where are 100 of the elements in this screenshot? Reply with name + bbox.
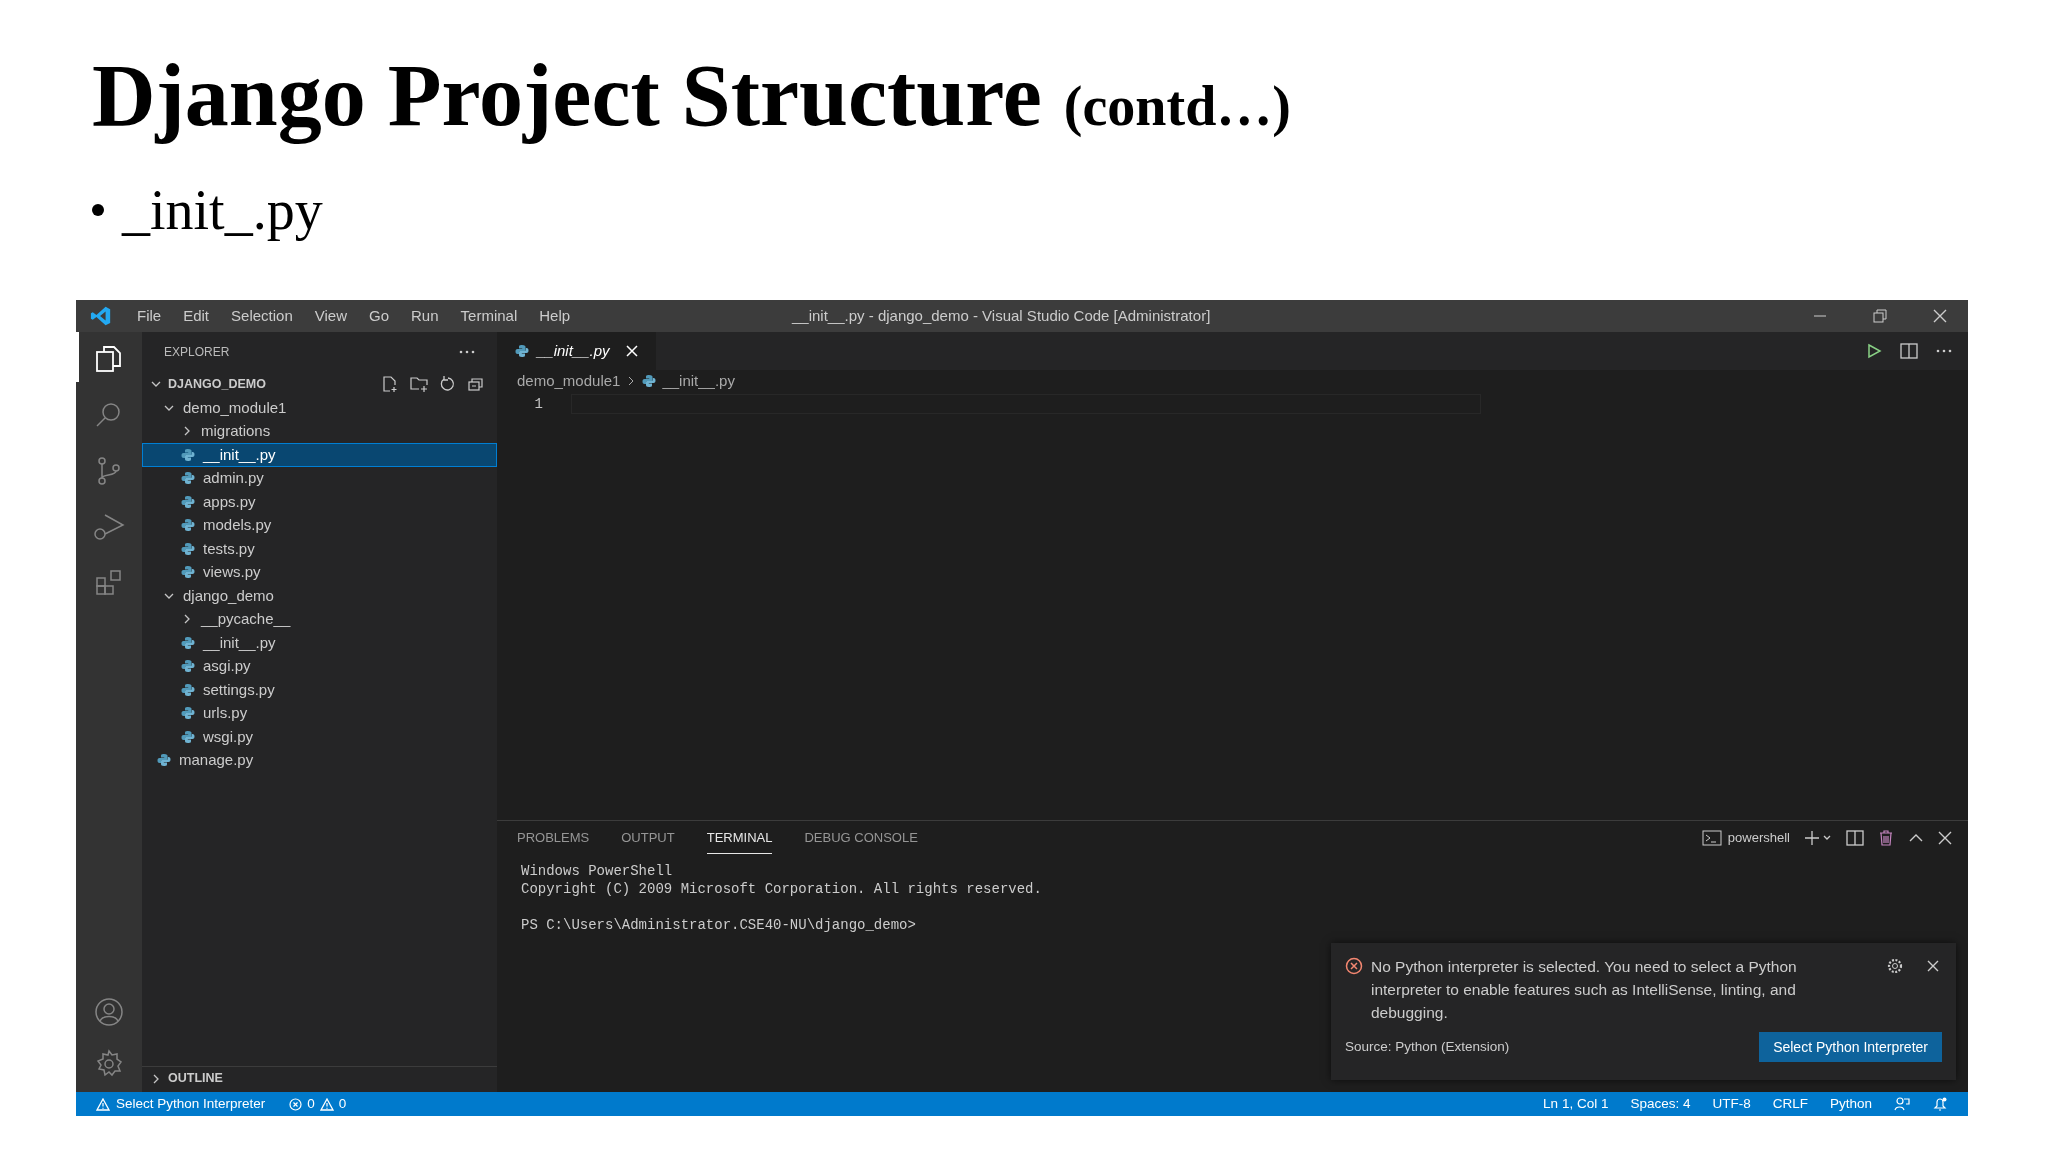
folder-row[interactable]: django_demo [142, 584, 497, 608]
file-label: apps.py [203, 491, 256, 512]
python-file-icon [181, 471, 195, 486]
python-file-icon [181, 518, 195, 533]
status-item[interactable]: Spaces: 4 [1630, 1093, 1691, 1115]
error-icon [289, 1097, 303, 1111]
python-file-icon [181, 447, 195, 462]
status-item[interactable]: Python [1829, 1093, 1872, 1115]
menu-item[interactable]: View [303, 304, 358, 328]
status-item[interactable]: CRLF [1772, 1093, 1808, 1115]
file-label: views.py [203, 562, 261, 582]
notifications-bell-icon[interactable] [1932, 1096, 1948, 1112]
menu-item[interactable]: File [126, 304, 173, 328]
restore-icon[interactable] [1872, 308, 1888, 324]
file-row[interactable]: views.py [142, 560, 497, 584]
python-file-icon [181, 565, 195, 580]
folder-label: django_demo [183, 585, 274, 606]
account-icon[interactable] [93, 996, 125, 1028]
file-label: __init__.py [203, 444, 276, 465]
menu-item[interactable]: Run [400, 304, 450, 328]
menu-item[interactable]: Go [358, 304, 400, 328]
file-row[interactable]: __init__.py [142, 631, 497, 655]
file-label: admin.py [203, 468, 264, 488]
app-logo-icon [90, 305, 112, 327]
file-row[interactable]: wsgi.py [142, 725, 497, 749]
window-title: __init__.py - django_demo - Visual Studio Code [Administrator] [792, 305, 1211, 326]
file-row[interactable]: asgi.py [142, 654, 497, 678]
file-row[interactable]: urls.py [142, 701, 497, 725]
folder-label: __pycache__ [201, 609, 291, 629]
panel-tab[interactable]: TERMINAL [706, 821, 773, 855]
file-label: wsgi.py [203, 726, 254, 747]
menu-item[interactable]: Terminal [449, 304, 529, 328]
new-file-icon[interactable] [381, 375, 399, 393]
warning-icon [96, 1097, 110, 1111]
file-label: manage.py [179, 750, 254, 770]
warning-icon [319, 1097, 334, 1111]
file-row[interactable]: apps.py [142, 490, 497, 514]
split-editor-icon[interactable] [1900, 343, 1918, 359]
notification-message: No Python interpreter is selected. You need to select a Python interpreter to enable features such as IntelliSense, linting, and debugging. [1371, 957, 1798, 1023]
extensions-icon[interactable] [94, 568, 124, 598]
editor-tab[interactable]: __init__.py [497, 332, 656, 370]
file-row[interactable]: models.py [142, 513, 497, 537]
files-icon[interactable] [94, 344, 124, 374]
status-item[interactable]: UTF-8 [1712, 1093, 1751, 1115]
panel-tab[interactable]: OUTPUT [621, 821, 675, 855]
file-label: urls.py [203, 703, 248, 723]
select-interpreter-button[interactable]: Select Python Interpreter [1759, 1032, 1942, 1062]
status-item[interactable]: Ln 1, Col 1 [1543, 1093, 1609, 1115]
folder-row[interactable]: demo_module1 [142, 396, 497, 420]
breadcrumb-item[interactable]: __init__.py [662, 369, 735, 393]
file-label: tests.py [203, 538, 255, 559]
notification-source: Source: Python (Extension) [1345, 1037, 1510, 1056]
menu-item[interactable]: Selection [220, 304, 304, 328]
status-item[interactable]: Select Python Interpreter [96, 1093, 266, 1115]
more-actions-icon[interactable] [1936, 349, 1952, 353]
file-row[interactable]: admin.py [142, 466, 497, 490]
close-icon[interactable] [1938, 831, 1952, 845]
terminal-line: PS C:\Users\Administrator.CSE40-NU\django_demo> [521, 916, 917, 933]
terminal-line: Windows PowerShell [521, 862, 674, 879]
python-file-icon [181, 706, 195, 721]
trash-icon[interactable] [1878, 830, 1894, 846]
folder-label: migrations [201, 421, 271, 441]
outline-section-header[interactable]: OUTLINE [142, 1066, 497, 1090]
collapse-all-icon[interactable] [467, 375, 485, 393]
add-terminal-icon[interactable] [1804, 830, 1832, 846]
new-folder-icon[interactable] [409, 375, 429, 393]
python-file-icon [515, 344, 529, 358]
run-icon[interactable] [1866, 343, 1882, 359]
refresh-icon[interactable] [439, 375, 457, 393]
problems-status[interactable]: 0 0 [289, 1093, 347, 1115]
python-file-icon [181, 494, 195, 509]
file-row[interactable]: manage.py [142, 748, 497, 772]
file-label: models.py [203, 515, 272, 535]
close-icon[interactable] [1932, 308, 1948, 324]
close-icon[interactable] [1927, 960, 1939, 972]
menu-item[interactable]: Edit [172, 304, 221, 328]
python-file-icon [157, 753, 171, 768]
python-file-icon [181, 682, 195, 697]
settings-icon[interactable] [1887, 958, 1903, 974]
folder-label: demo_module1 [183, 397, 287, 418]
project-root-row[interactable]: DJANGO_DEMO [142, 372, 497, 396]
feedback-icon[interactable] [1894, 1096, 1910, 1112]
breadcrumb-item[interactable]: demo_module1 [517, 369, 621, 393]
python-file-icon [642, 374, 657, 388]
panel-tab[interactable]: PROBLEMS [517, 821, 590, 855]
menu-item[interactable]: Help [528, 304, 582, 328]
run-debug-icon[interactable] [93, 512, 125, 542]
file-row[interactable]: tests.py [142, 537, 497, 561]
file-label: asgi.py [203, 656, 251, 676]
file-row[interactable]: settings.py [142, 678, 497, 702]
split-terminal-icon[interactable] [1846, 830, 1864, 846]
python-file-icon [181, 659, 195, 674]
panel-tab[interactable]: DEBUG CONSOLE [804, 821, 918, 855]
folder-row[interactable]: __pycache__ [142, 607, 497, 631]
terminal-shell-selector[interactable]: powershell [1727, 828, 1790, 848]
python-file-icon [181, 635, 195, 650]
file-row[interactable]: __init__.py [142, 443, 497, 467]
more-actions-icon[interactable] [459, 350, 475, 354]
python-file-icon [181, 729, 195, 744]
folder-row[interactable]: migrations [142, 419, 497, 443]
